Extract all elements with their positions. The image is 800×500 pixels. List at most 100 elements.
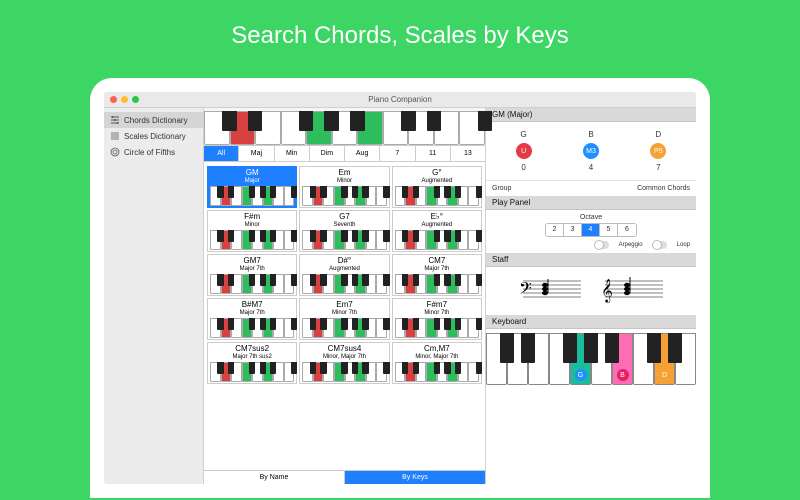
note-indicator: G bbox=[575, 369, 587, 381]
mini-keyboard bbox=[302, 318, 386, 338]
chord-type: Minor 7th bbox=[424, 310, 449, 316]
chord-cell[interactable]: GM7Major 7th bbox=[207, 254, 297, 296]
sidebar-item-chords[interactable]: Chords Dictionary bbox=[104, 112, 203, 128]
bottom-tabs: By NameBy Keys bbox=[204, 470, 485, 484]
staff-notation: 𝄢 𝄞 bbox=[486, 267, 696, 315]
sidebar-item-label: Chords Dictionary bbox=[124, 116, 188, 125]
chord-type: Minor, Major 7th bbox=[415, 354, 458, 360]
piano-black-key[interactable] bbox=[324, 111, 339, 131]
chord-name-header: GM (Major) bbox=[486, 108, 696, 122]
center-panel: AllMajMinDimAug71113 GMMajorEmMinorG°Aug… bbox=[204, 108, 486, 484]
bottom-tab[interactable]: By Keys bbox=[345, 471, 485, 484]
chord-cell[interactable]: F#m7Minor 7th bbox=[392, 298, 482, 340]
piano-keyboard-top[interactable] bbox=[204, 108, 485, 146]
chord-type: Major 7th bbox=[240, 266, 265, 272]
octave-button[interactable]: 5 bbox=[600, 224, 618, 236]
arpeggio-toggle[interactable] bbox=[595, 241, 609, 249]
chord-grid: GMMajorEmMinorG°AugmentedF#mMinorG7Seven… bbox=[204, 162, 485, 470]
piano-black-key[interactable] bbox=[427, 111, 442, 131]
filter-tab[interactable]: All bbox=[204, 146, 239, 161]
interval-badge: U bbox=[516, 143, 532, 159]
mini-keyboard bbox=[210, 186, 294, 206]
note-indicator: D bbox=[659, 369, 671, 381]
mini-keyboard bbox=[210, 230, 294, 250]
note-label: G bbox=[504, 130, 544, 139]
play-panel-header: Play Panel bbox=[486, 196, 696, 210]
chord-cell[interactable]: B#M7Major 7th bbox=[207, 298, 297, 340]
bottom-tab[interactable]: By Name bbox=[204, 471, 345, 484]
chord-name: GM7 bbox=[243, 257, 260, 265]
sidebar-item-label: Circle of Fifths bbox=[124, 148, 175, 157]
loop-label: Loop bbox=[677, 242, 690, 248]
chord-name: F#m bbox=[244, 213, 260, 221]
chord-cell[interactable]: GMMajor bbox=[207, 166, 297, 208]
chord-cell[interactable]: G°Augmented bbox=[392, 166, 482, 208]
octave-label: Octave bbox=[492, 214, 690, 221]
keyboard-black-key[interactable] bbox=[668, 333, 683, 363]
filter-tab[interactable]: Dim bbox=[310, 146, 345, 161]
arpeggio-label: Arpeggio bbox=[619, 242, 643, 248]
titlebar: Piano Companion bbox=[104, 92, 696, 108]
chord-cell[interactable]: Em7Minor 7th bbox=[299, 298, 389, 340]
chord-type: Augmented bbox=[421, 222, 452, 228]
chord-name: Cm,M7 bbox=[424, 345, 450, 353]
filter-tab[interactable]: Aug bbox=[345, 146, 380, 161]
keyboard-black-key[interactable] bbox=[521, 333, 536, 363]
sidebar-item-circle[interactable]: Circle of Fifths bbox=[104, 144, 203, 160]
chord-cell[interactable]: EmMinor bbox=[299, 166, 389, 208]
chord-type: Minor bbox=[245, 222, 260, 228]
mini-keyboard bbox=[210, 318, 294, 338]
chord-cell[interactable]: G7Seventh bbox=[299, 210, 389, 252]
piano-black-key[interactable] bbox=[350, 111, 365, 131]
filter-tab[interactable]: Min bbox=[275, 146, 310, 161]
note-label: B bbox=[571, 130, 611, 139]
mini-keyboard bbox=[210, 362, 294, 382]
mini-keyboard bbox=[302, 362, 386, 382]
keyboard-black-key[interactable] bbox=[584, 333, 599, 363]
filter-tab[interactable]: 7 bbox=[380, 146, 415, 161]
semitone-label: 4 bbox=[571, 163, 611, 172]
keyboard-black-key[interactable] bbox=[647, 333, 662, 363]
piano-black-key[interactable] bbox=[222, 111, 237, 131]
piano-black-key[interactable] bbox=[248, 111, 263, 131]
chord-name: GM bbox=[246, 169, 259, 177]
detail-keyboard[interactable]: GBD bbox=[486, 333, 696, 385]
chord-type: Augmented bbox=[329, 266, 360, 272]
mini-keyboard bbox=[302, 186, 386, 206]
keyboard-black-key[interactable] bbox=[605, 333, 620, 363]
piano-black-key[interactable] bbox=[299, 111, 314, 131]
filter-tab[interactable]: Maj bbox=[239, 146, 274, 161]
chord-cell[interactable]: CM7sus4Minor, Major 7th bbox=[299, 342, 389, 384]
chord-cell[interactable]: CM7sus2Major 7th sus2 bbox=[207, 342, 297, 384]
octave-selector[interactable]: 23456 bbox=[545, 223, 637, 237]
mini-keyboard bbox=[395, 274, 479, 294]
chord-type: Seventh bbox=[333, 222, 355, 228]
mini-keyboard bbox=[395, 362, 479, 382]
octave-button[interactable]: 3 bbox=[564, 224, 582, 236]
chord-cell[interactable]: D#°Augmented bbox=[299, 254, 389, 296]
octave-button[interactable]: 6 bbox=[618, 224, 636, 236]
chord-cell[interactable]: E♭°Augmented bbox=[392, 210, 482, 252]
octave-button[interactable]: 4 bbox=[582, 224, 600, 236]
mini-keyboard bbox=[395, 230, 479, 250]
piano-black-key[interactable] bbox=[478, 111, 493, 131]
chords-icon bbox=[110, 115, 120, 125]
piano-black-key[interactable] bbox=[401, 111, 416, 131]
chord-name: E♭° bbox=[431, 213, 443, 221]
loop-toggle[interactable] bbox=[653, 241, 667, 249]
chord-name: G° bbox=[432, 169, 441, 177]
group-label: Group bbox=[492, 185, 511, 192]
chord-name: Em7 bbox=[336, 301, 352, 309]
octave-button[interactable]: 2 bbox=[546, 224, 564, 236]
keyboard-black-key[interactable] bbox=[500, 333, 515, 363]
scales-icon bbox=[110, 131, 120, 141]
filter-tab[interactable]: 13 bbox=[451, 146, 485, 161]
sidebar-item-scales[interactable]: Scales Dictionary bbox=[104, 128, 203, 144]
chord-cell[interactable]: CM7Major 7th bbox=[392, 254, 482, 296]
chord-cell[interactable]: F#mMinor bbox=[207, 210, 297, 252]
filter-tab[interactable]: 11 bbox=[416, 146, 451, 161]
keyboard-black-key[interactable] bbox=[563, 333, 578, 363]
chord-cell[interactable]: Cm,M7Minor, Major 7th bbox=[392, 342, 482, 384]
semitone-label: 7 bbox=[638, 163, 678, 172]
mini-keyboard bbox=[302, 274, 386, 294]
